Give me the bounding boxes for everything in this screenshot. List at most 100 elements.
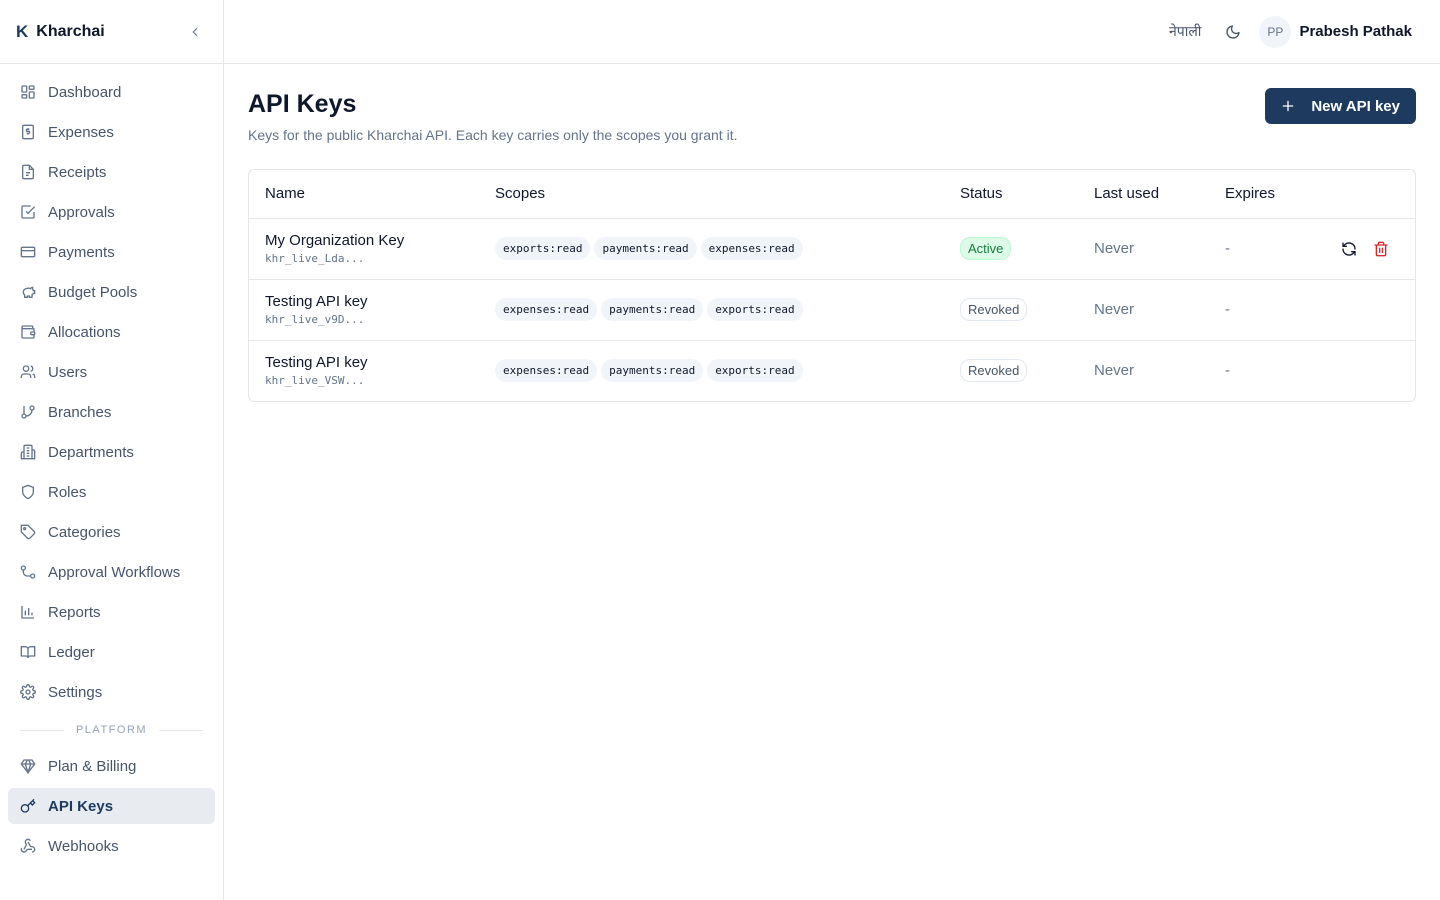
actions-cell: [1309, 340, 1415, 401]
column-header-name: Name: [249, 170, 479, 219]
wallet-icon: [20, 324, 36, 340]
key-name-cell: Testing API key khr_live_v9D...: [249, 279, 479, 341]
chevron-left-icon: [192, 27, 198, 36]
sidebar-item-receipts[interactable]: Receipts: [8, 154, 215, 190]
brand-name: Kharchai: [36, 22, 105, 40]
sidebar-item-allocations[interactable]: Allocations: [8, 314, 215, 350]
sidebar-item-plan-billing[interactable]: Plan & Billing: [8, 748, 215, 784]
avatar[interactable]: PP: [1259, 15, 1292, 48]
scope-chip: expenses:read: [495, 298, 598, 321]
webhook-icon: [20, 838, 36, 854]
sidebar-item-api-keys[interactable]: API Keys: [8, 788, 215, 824]
sidebar-item-approvals[interactable]: Approvals: [8, 194, 215, 230]
sidebar-item-roles[interactable]: Roles: [8, 474, 215, 510]
column-header-actions: [1309, 170, 1415, 219]
sidebar-item-expenses[interactable]: Expenses: [8, 114, 215, 150]
sidebar-item-label: Allocations: [48, 323, 121, 341]
key-name-cell: My Organization Key khr_live_Lda...: [249, 218, 479, 280]
sidebar-item-branches[interactable]: Branches: [8, 394, 215, 430]
scope-chip: expenses:read: [495, 359, 598, 383]
column-header-expires: Expires: [1209, 170, 1309, 219]
user-name[interactable]: Prabesh Pathak: [1299, 23, 1412, 40]
scope-chip: payments:read: [601, 359, 704, 383]
status-cell: Revoked: [944, 340, 1078, 401]
sidebar-item-ledger[interactable]: Ledger: [8, 634, 215, 670]
expires-cell: -: [1209, 279, 1309, 341]
sidebar-item-payments[interactable]: Payments: [8, 234, 215, 270]
page-description: Keys for the public Kharchai API. Each k…: [248, 127, 738, 143]
scope-chip: exports:read: [495, 237, 591, 260]
table-row: Testing API key khr_live_VSW... expenses…: [249, 340, 1415, 401]
sidebar-item-label: Users: [48, 363, 88, 381]
scope-chip: payments:read: [594, 237, 697, 260]
status-badge: Revoked: [960, 359, 1028, 383]
sidebar-item-reports[interactable]: Reports: [8, 594, 215, 630]
sidebar-item-label: Receipts: [48, 163, 107, 181]
platform-section-label: PLATFORM: [75, 724, 148, 736]
status-badge: Revoked: [960, 298, 1028, 321]
users-icon: [20, 364, 36, 380]
sidebar-item-label: Departments: [48, 443, 134, 461]
plus-icon: [1281, 99, 1295, 113]
scope-chip: exports:read: [707, 298, 803, 321]
sidebar-item-users[interactable]: Users: [8, 354, 215, 390]
table-row: Testing API key khr_live_v9D... expenses…: [249, 279, 1415, 341]
tag-icon: [20, 524, 36, 540]
scope-chip: exports:read: [707, 359, 803, 383]
key-name-cell: Testing API key khr_live_VSW...: [249, 340, 479, 401]
credit-card-icon: [20, 244, 36, 260]
piggy-bank-icon: [20, 284, 36, 300]
language-switch[interactable]: नेपाली: [1169, 22, 1201, 41]
sidebar-item-budget-pools[interactable]: Budget Pools: [8, 274, 215, 310]
page-content: API Keys Keys for the public Kharchai AP…: [224, 64, 1440, 402]
sidebar-item-label: Ledger: [48, 643, 95, 661]
platform-section-divider: PLATFORM: [20, 724, 204, 736]
key-name: Testing API key: [265, 354, 368, 372]
brand-logo: K: [16, 21, 29, 41]
new-api-key-button[interactable]: New API key: [1265, 88, 1416, 124]
sidebar-item-label: Categories: [48, 523, 121, 541]
delete-key-button[interactable]: [1373, 241, 1389, 257]
expires-cell: -: [1225, 362, 1230, 380]
scope-chip: expenses:read: [700, 237, 803, 260]
theme-toggle-button[interactable]: [1223, 22, 1243, 42]
sidebar-item-webhooks[interactable]: Webhooks: [8, 828, 215, 864]
column-header-scopes: Scopes: [479, 170, 944, 219]
last-used-cell: Never: [1094, 362, 1135, 380]
key-name: My Organization Key: [265, 232, 405, 249]
column-header-last-used: Last used: [1078, 170, 1209, 219]
scopes-cell: expenses:read payments:read exports:read: [479, 279, 944, 341]
table-header-row: Name Scopes Status Last used Expires: [249, 170, 1415, 219]
sidebar-item-label: Budget Pools: [48, 283, 138, 301]
table-row: My Organization Key khr_live_Lda... expo…: [249, 218, 1415, 280]
page-heading-group: API Keys Keys for the public Kharchai AP…: [248, 88, 737, 143]
page-header: API Keys Keys for the public Kharchai AP…: [248, 88, 1416, 143]
key-prefix: khr_live_v9D...: [265, 313, 365, 326]
column-header-status: Status: [944, 170, 1078, 219]
api-keys-table: Name Scopes Status Last used Expires My …: [248, 169, 1416, 402]
topbar: नेपाली PP Prabesh Pathak: [224, 0, 1440, 64]
sidebar-item-approval-workflows[interactable]: Approval Workflows: [8, 554, 215, 590]
file-receipt-icon: [20, 164, 36, 180]
actions-cell: [1309, 279, 1415, 341]
sidebar-item-departments[interactable]: Departments: [8, 434, 215, 470]
status-badge: Active: [960, 237, 1012, 260]
scope-chip: payments:read: [601, 298, 704, 321]
new-api-key-label: New API key: [1311, 97, 1400, 115]
actions-cell: [1309, 218, 1415, 280]
divider-line: [159, 729, 204, 731]
sidebar-item-label: Roles: [48, 483, 87, 501]
scopes-cell: exports:read payments:read expenses:read: [479, 218, 944, 280]
sidebar-item-label: Settings: [48, 683, 103, 701]
rotate-key-button[interactable]: [1341, 241, 1357, 257]
sidebar-item-settings[interactable]: Settings: [8, 674, 215, 710]
status-cell: Revoked: [944, 279, 1078, 341]
collapse-sidebar-button[interactable]: [183, 20, 207, 44]
sidebar-item-label: Plan & Billing: [48, 757, 137, 775]
sidebar-item-dashboard[interactable]: Dashboard: [8, 74, 215, 110]
book-open-icon: [20, 644, 36, 660]
gear-icon: [20, 684, 36, 700]
sidebar-item-categories[interactable]: Categories: [8, 514, 215, 550]
sidebar-item-label: API Keys: [48, 797, 114, 815]
main-area: नेपाली PP Prabesh Pathak API Keys Keys f…: [224, 0, 1440, 900]
